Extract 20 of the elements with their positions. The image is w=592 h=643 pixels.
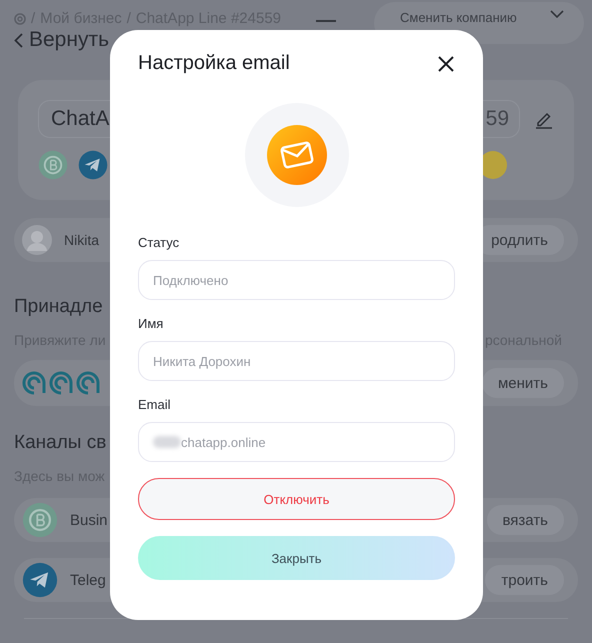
channel-action-button[interactable]: вязать [486, 505, 564, 535]
section-heading: Каналы св [14, 432, 106, 454]
section-heading: Принадле [14, 296, 103, 318]
disconnect-button[interactable]: Отключить [138, 478, 455, 520]
text-field[interactable]: Подключено [138, 260, 455, 300]
email-field[interactable]: chatapp.online [138, 422, 455, 462]
field-label: Имя [138, 316, 164, 331]
channel-action-button[interactable]: троить [485, 565, 564, 595]
field-label: Статус [138, 235, 180, 250]
channel-name: Teleg [70, 572, 106, 588]
change-button[interactable]: менить [482, 368, 564, 398]
text-field[interactable]: Никита Дорохин [138, 341, 455, 381]
close-button[interactable]: Закрыть [138, 536, 455, 580]
channel-name: Busin [70, 512, 108, 528]
back-link-label: Вернуть [29, 28, 110, 52]
owner-name: Nikita [64, 232, 100, 248]
breadcrumb-separator: / [31, 10, 36, 27]
dialog-title: Настройка email [138, 52, 290, 75]
breadcrumb-separator: / [126, 10, 131, 27]
field-label: Email [138, 397, 172, 412]
